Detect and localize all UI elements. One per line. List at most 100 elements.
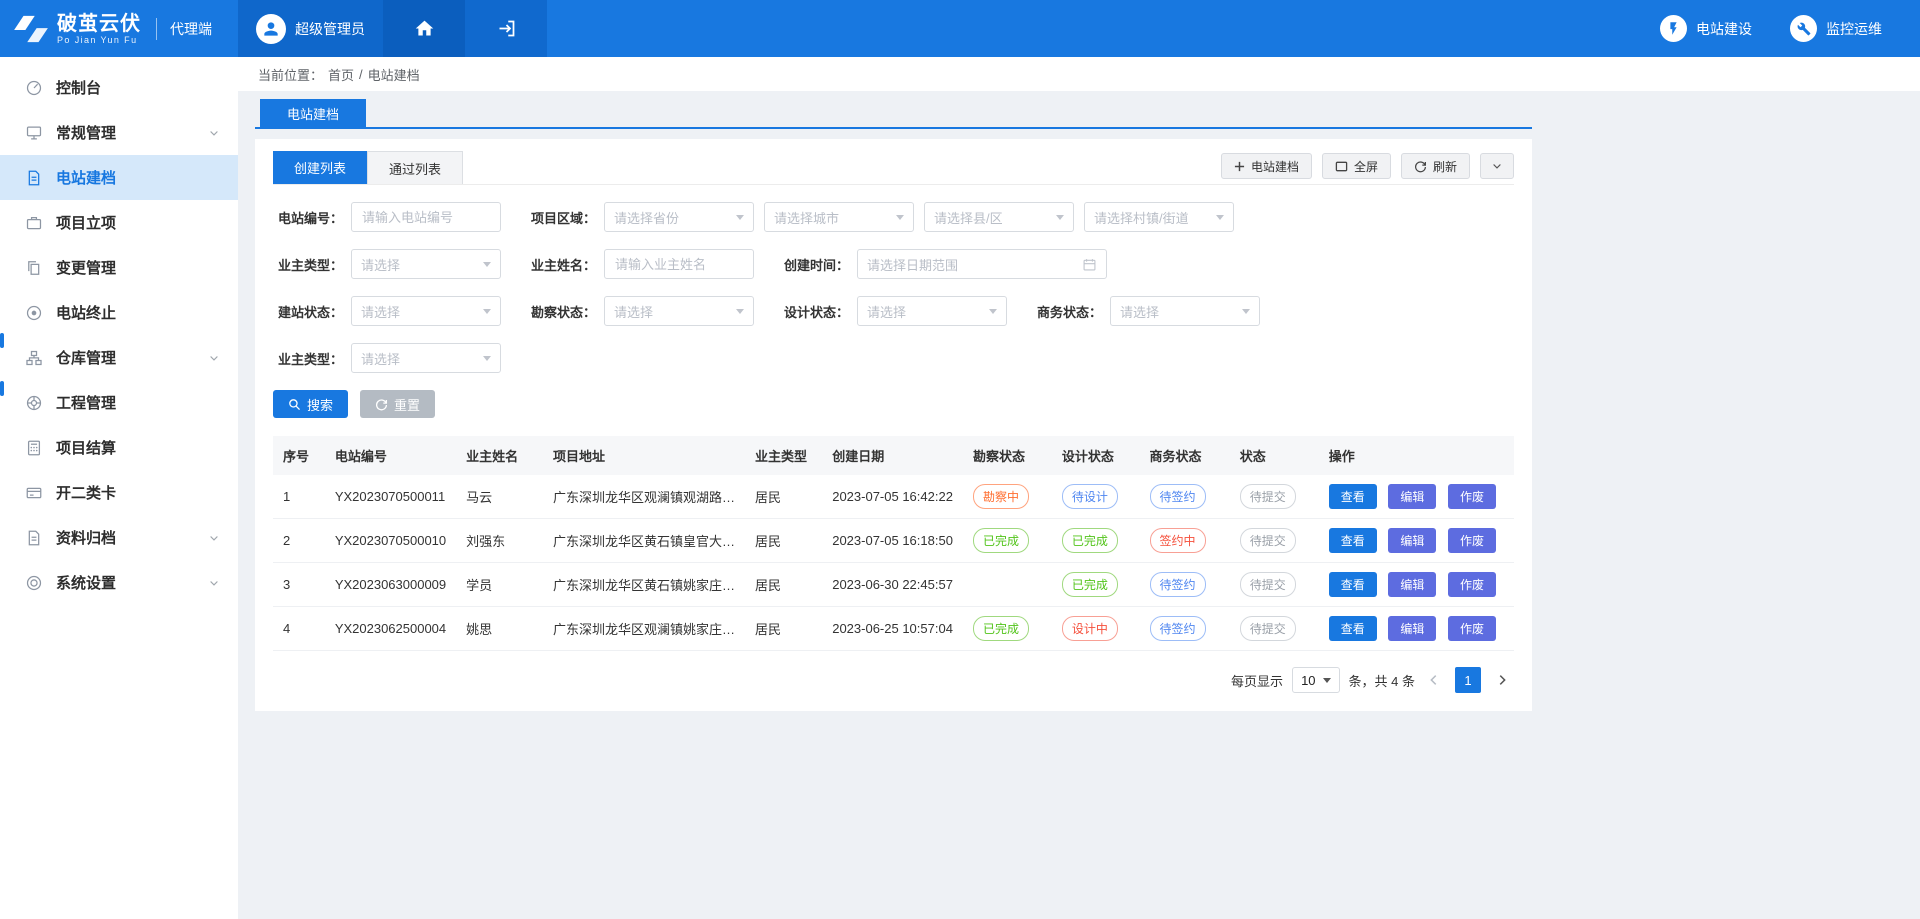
refresh-button[interactable]: 刷新 (1401, 153, 1470, 179)
col-owner-type: 业主类型 (745, 436, 822, 475)
sidebar-item-label: 项目结算 (56, 437, 116, 458)
sidebar-item-type2-card[interactable]: 开二类卡 (0, 470, 238, 515)
home-button[interactable] (383, 0, 465, 57)
design-status-select[interactable]: 请选择 (857, 296, 1007, 326)
county-select[interactable]: 请选择县/区 (924, 202, 1074, 232)
sidebar-item-data-archive[interactable]: 资料归档 (0, 515, 238, 560)
sidebar-item-project-settlement[interactable]: 项目结算 (0, 425, 238, 470)
filter-form: 电站编号： 项目区域： 请选择省份 请选择城市 请选择县/区 请选择村镇/街道 (273, 185, 1514, 373)
tab-passed-list[interactable]: 通过列表 (367, 151, 463, 184)
view-button[interactable]: 查看 (1329, 484, 1377, 509)
user-menu[interactable]: 超级管理员 (238, 0, 383, 57)
owner-name-input[interactable] (604, 249, 754, 279)
nav-monitor-ops[interactable]: 监控运维 (1790, 0, 1882, 57)
void-button[interactable]: 作废 (1448, 484, 1496, 509)
top-header: 破茧云伏 Po Jian Yun Fu 代理端 超级管理员 (0, 0, 1920, 57)
station-no-input[interactable] (351, 202, 501, 232)
reset-button[interactable]: 重置 (360, 390, 435, 418)
tab-create-list[interactable]: 创建列表 (273, 151, 367, 184)
cell-owner-name: 学员 (456, 563, 543, 607)
prev-page-button[interactable] (1424, 667, 1444, 693)
user-name: 超级管理员 (295, 19, 365, 39)
owner-type2-select[interactable]: 请选择 (351, 343, 501, 373)
page-tab-bar: 电站建档 (255, 99, 1532, 129)
collapse-toolbar-button[interactable] (1480, 153, 1514, 179)
col-created-at: 创建日期 (822, 436, 963, 475)
void-button[interactable]: 作废 (1448, 616, 1496, 641)
sidebar-item-project-initiation[interactable]: 项目立项 (0, 200, 238, 245)
sidebar-item-console[interactable]: 控制台 (0, 65, 238, 110)
sidebar-item-general-management[interactable]: 常规管理 (0, 110, 238, 155)
filter-row-1: 电站编号： 项目区域： 请选择省份 请选择城市 请选择县/区 请选择村镇/街道 (273, 202, 1514, 232)
wheel-icon (25, 394, 43, 412)
view-button[interactable]: 查看 (1329, 528, 1377, 553)
nav-station-construction[interactable]: 电站建设 (1660, 0, 1752, 57)
fullscreen-button[interactable]: 全屏 (1322, 153, 1391, 179)
void-button[interactable]: 作废 (1448, 528, 1496, 553)
cell-owner-name: 姚思 (456, 607, 543, 651)
caret-down-icon (896, 215, 904, 220)
next-page-button[interactable] (1492, 667, 1512, 693)
owner-type-select[interactable]: 请选择 (351, 249, 501, 279)
cell-station-no: YX2023070500011 (325, 475, 456, 519)
sidebar-item-change-management[interactable]: 变更管理 (0, 245, 238, 290)
create-station-button[interactable]: 电站建档 (1221, 153, 1312, 179)
logout-button[interactable] (465, 0, 547, 57)
logo-title: 破茧云伏 (57, 13, 141, 35)
survey-status-select[interactable]: 请选择 (604, 296, 754, 326)
status-badge: 已完成 (1062, 528, 1118, 553)
cell-status: 待提交 (1230, 563, 1319, 607)
header-spacer (547, 0, 1660, 57)
table-row: 4 YX2023062500004 姚思 广东深圳龙华区观澜镇姚家庄… 居民 2… (273, 607, 1514, 651)
caret-down-icon (1056, 215, 1064, 220)
business-status-select[interactable]: 请选择 (1110, 296, 1260, 326)
cell-owner-type: 居民 (745, 519, 822, 563)
survey-status-label: 勘察状态： (526, 302, 596, 321)
breadcrumb-prefix: 当前位置： (258, 65, 323, 84)
caret-down-icon (989, 309, 997, 314)
per-page-select[interactable]: 10 (1292, 667, 1339, 693)
edit-button[interactable]: 编辑 (1388, 484, 1436, 509)
status-badge: 勘察中 (973, 484, 1029, 509)
sidebar-item-station-filing[interactable]: 电站建档 (0, 155, 238, 200)
sidebar-item-system-settings[interactable]: 系统设置 (0, 560, 238, 605)
cell-status: 待提交 (1230, 475, 1319, 519)
city-select[interactable]: 请选择城市 (764, 202, 914, 232)
caret-down-icon (1323, 678, 1331, 683)
page-number-current[interactable]: 1 (1455, 667, 1481, 693)
col-design-status: 设计状态 (1052, 436, 1140, 475)
search-button[interactable]: 搜索 (273, 390, 348, 418)
edit-button[interactable]: 编辑 (1388, 572, 1436, 597)
void-button[interactable]: 作废 (1448, 572, 1496, 597)
table-row: 1 YX2023070500011 马云 广东深圳龙华区观澜镇观湖路… 居民 2… (273, 475, 1514, 519)
pagination: 每页显示 10 条，共 4 条 1 (273, 651, 1514, 711)
build-status-label: 建站状态： (273, 302, 343, 321)
cell-index: 2 (273, 519, 325, 563)
status-badge: 设计中 (1062, 616, 1118, 641)
cell-business-status: 待签约 (1140, 475, 1230, 519)
build-status-select[interactable]: 请选择 (351, 296, 501, 326)
content-area: 电站建档 创建列表 通过列表 电站建档 (238, 91, 1920, 919)
breadcrumb-home[interactable]: 首页 (328, 65, 354, 84)
col-actions: 操作 (1319, 436, 1514, 475)
cell-address: 广东深圳龙华区观澜镇姚家庄… (543, 607, 745, 651)
page-tab-station-filing[interactable]: 电站建档 (260, 99, 366, 127)
sidebar-item-station-termination[interactable]: 电站终止 (0, 290, 238, 335)
sidebar-item-warehouse-management[interactable]: 仓库管理 (0, 335, 238, 380)
caret-down-icon (483, 309, 491, 314)
cell-owner-type: 居民 (745, 607, 822, 651)
edit-button[interactable]: 编辑 (1388, 528, 1436, 553)
portal-label: 代理端 (170, 19, 212, 39)
sidebar-scroll-mark (0, 333, 4, 348)
date-range-input[interactable]: 请选择日期范围 (857, 249, 1107, 279)
province-select[interactable]: 请选择省份 (604, 202, 754, 232)
sidebar-item-engineering-management[interactable]: 工程管理 (0, 380, 238, 425)
town-select[interactable]: 请选择村镇/街道 (1084, 202, 1234, 232)
col-owner-name: 业主姓名 (456, 436, 543, 475)
col-status: 状态 (1230, 436, 1319, 475)
view-button[interactable]: 查看 (1329, 616, 1377, 641)
edit-button[interactable]: 编辑 (1388, 616, 1436, 641)
cell-index: 4 (273, 607, 325, 651)
view-button[interactable]: 查看 (1329, 572, 1377, 597)
sidebar-item-label: 工程管理 (56, 392, 116, 413)
